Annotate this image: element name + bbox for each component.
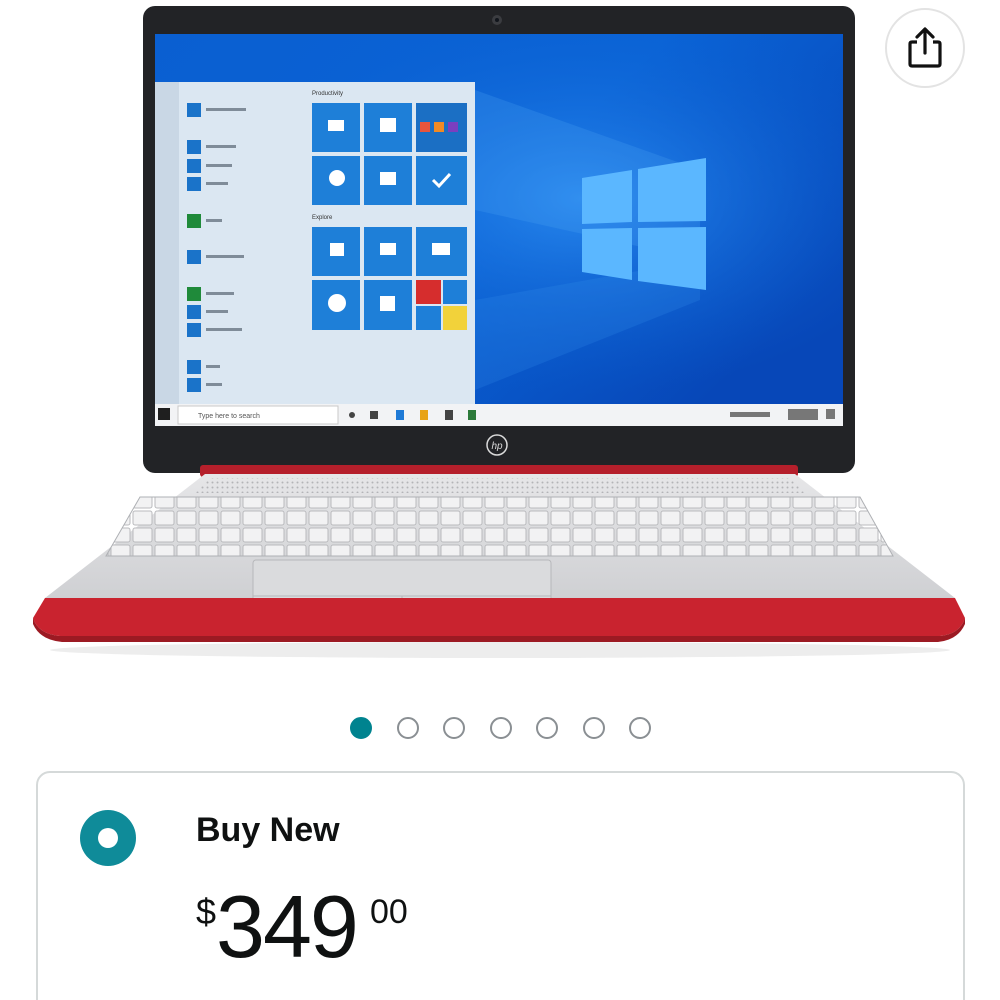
carousel-dot-5[interactable]: [536, 717, 558, 739]
product-image[interactable]: Productivity Explore Type here to search…: [0, 0, 1000, 690]
price-whole: 349: [216, 877, 359, 976]
share-button[interactable]: [885, 8, 965, 88]
price-currency-symbol: $: [196, 891, 217, 932]
carousel-dot-2[interactable]: [396, 717, 419, 739]
carousel-indicator: [350, 717, 676, 741]
carousel-dot-1[interactable]: [350, 717, 372, 739]
share-icon: [908, 27, 942, 68]
laptop-illustration: Productivity Explore Type here to search…: [33, 6, 965, 658]
start-group-2: Explore: [312, 215, 333, 221]
taskbar-search-text: Type here to search: [198, 413, 260, 420]
carousel-dot-4[interactable]: [489, 717, 512, 739]
buy-new-option[interactable]: Buy New $ 349 00: [36, 771, 965, 1000]
price-fraction: 00: [370, 893, 408, 931]
carousel-dot-7[interactable]: [629, 717, 651, 739]
hp-logo: hp: [491, 441, 503, 452]
carousel-dot-3[interactable]: [443, 717, 465, 739]
carousel-dot-6[interactable]: [582, 717, 605, 739]
buy-new-label: Buy New: [196, 811, 340, 849]
buy-new-radio[interactable]: [80, 810, 136, 866]
start-group-1: Productivity: [312, 91, 343, 97]
